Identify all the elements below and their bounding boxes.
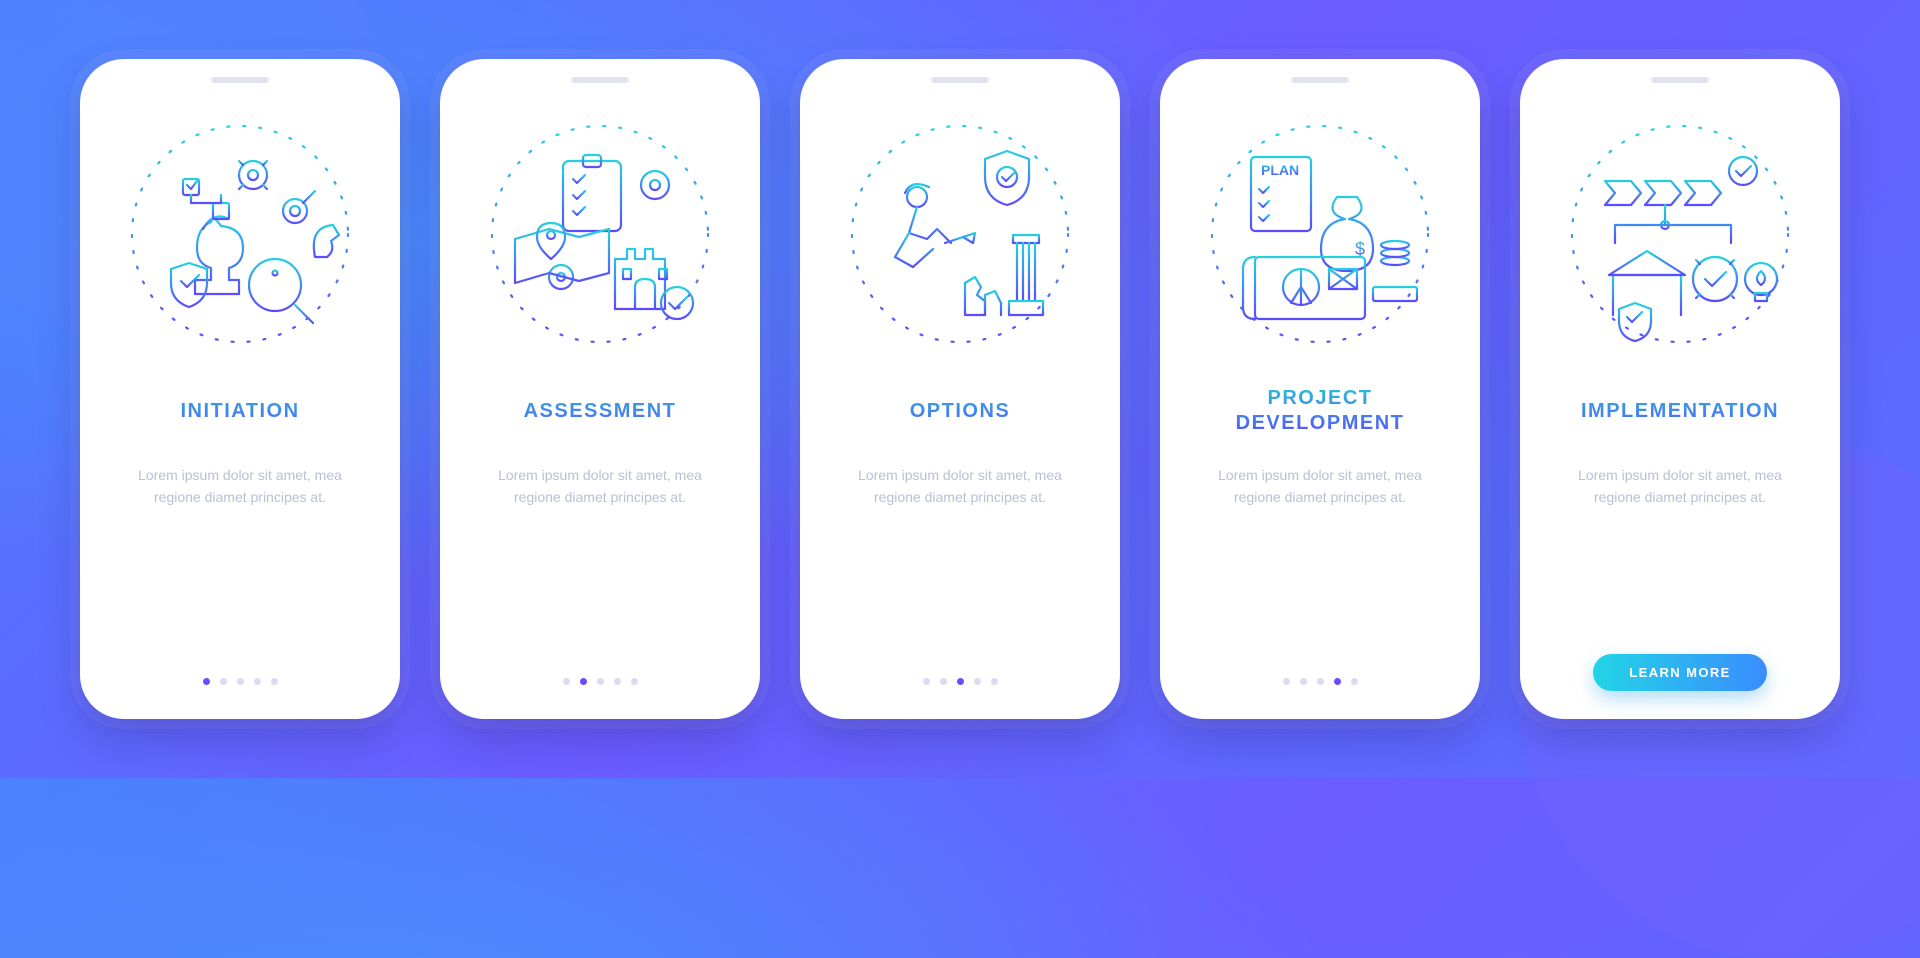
dot-4[interactable]	[254, 678, 261, 685]
page-dots	[563, 678, 638, 691]
project-dev-icon: PLAN $	[1205, 119, 1435, 349]
dot-4[interactable]	[974, 678, 981, 685]
screen-title: OPTIONS	[910, 385, 1011, 437]
dot-3[interactable]	[237, 678, 244, 685]
screen-desc: Lorem ipsum dolor sit amet, mea regione …	[840, 465, 1080, 508]
dot-2[interactable]	[940, 678, 947, 685]
assessment-icon	[485, 119, 715, 349]
learn-more-button[interactable]: LEARN MORE	[1593, 654, 1766, 691]
options-icon	[845, 119, 1075, 349]
screen-desc: Lorem ipsum dolor sit amet, mea regione …	[1200, 465, 1440, 508]
dot-5[interactable]	[271, 678, 278, 685]
onboarding-screen-4: PLAN $ PROJECT DEVELOPMENT Lorem ipsum d…	[1160, 59, 1480, 719]
onboarding-screen-3: OPTIONS Lorem ipsum dolor sit amet, mea …	[800, 59, 1120, 719]
dot-1[interactable]	[1283, 678, 1290, 685]
initiation-icon	[125, 119, 355, 349]
dot-2[interactable]	[220, 678, 227, 685]
screen-title: INITIATION	[180, 385, 299, 437]
dot-4[interactable]	[1334, 678, 1341, 685]
dot-5[interactable]	[991, 678, 998, 685]
dot-2[interactable]	[1300, 678, 1307, 685]
dot-3[interactable]	[957, 678, 964, 685]
screen-desc: Lorem ipsum dolor sit amet, mea regione …	[480, 465, 720, 508]
screen-desc: Lorem ipsum dolor sit amet, mea regione …	[1560, 465, 1800, 508]
screen-title: PROJECT DEVELOPMENT	[1190, 385, 1450, 437]
dot-2[interactable]	[580, 678, 587, 685]
svg-text:PLAN: PLAN	[1261, 162, 1299, 178]
onboarding-screen-2: ASSESSMENT Lorem ipsum dolor sit amet, m…	[440, 59, 760, 719]
dot-1[interactable]	[563, 678, 570, 685]
dot-1[interactable]	[203, 678, 210, 685]
page-dots	[923, 678, 998, 691]
dot-5[interactable]	[1351, 678, 1358, 685]
dot-1[interactable]	[923, 678, 930, 685]
dot-5[interactable]	[631, 678, 638, 685]
dot-3[interactable]	[597, 678, 604, 685]
screen-title: ASSESSMENT	[524, 385, 677, 437]
onboarding-screen-1: INITIATION Lorem ipsum dolor sit amet, m…	[80, 59, 400, 719]
screen-desc: Lorem ipsum dolor sit amet, mea regione …	[120, 465, 360, 508]
page-dots	[203, 678, 278, 691]
page-dots	[1283, 678, 1358, 691]
dot-3[interactable]	[1317, 678, 1324, 685]
screen-title: IMPLEMENTATION	[1581, 385, 1779, 437]
implementation-icon	[1565, 119, 1795, 349]
dot-4[interactable]	[614, 678, 621, 685]
onboarding-screen-5: IMPLEMENTATION Lorem ipsum dolor sit ame…	[1520, 59, 1840, 719]
